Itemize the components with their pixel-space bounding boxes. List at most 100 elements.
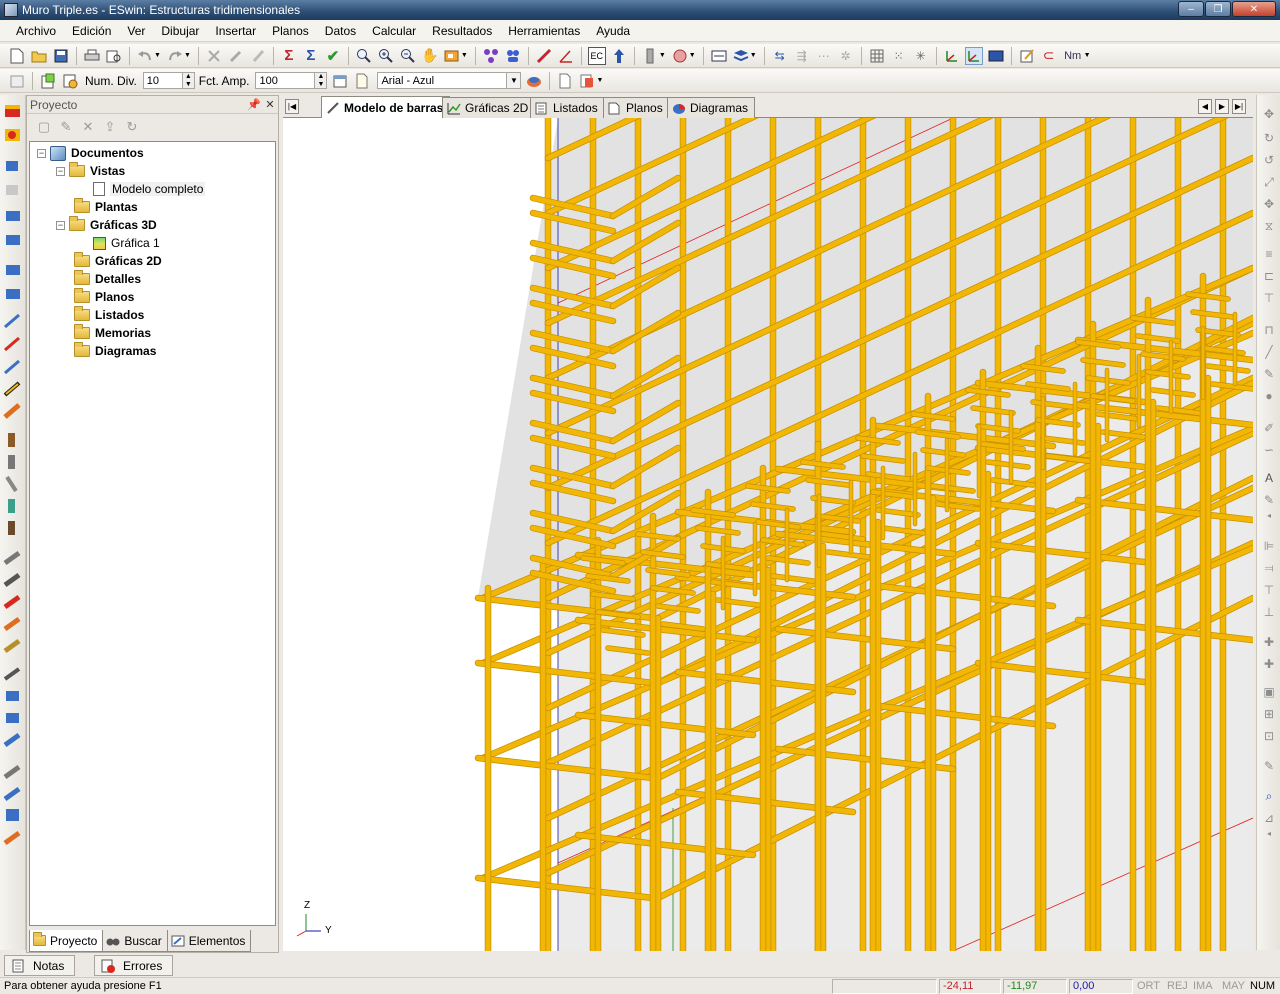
calendar-icon[interactable]	[331, 72, 349, 90]
font-select[interactable]	[377, 72, 508, 89]
brush-tool-icon[interactable]: ✐	[1261, 421, 1277, 435]
export-dropdown-icon[interactable]: ▼	[596, 77, 603, 84]
move-icon[interactable]: ✥	[1261, 107, 1277, 121]
flag-ima[interactable]: IMA	[1193, 980, 1213, 992]
tab-diagramas[interactable]: Diagramas	[667, 97, 756, 118]
rebar-3d-model[interactable]: Z Y	[283, 118, 1253, 951]
redo-icon[interactable]	[166, 47, 184, 65]
array-icon[interactable]: ⋯	[815, 47, 833, 65]
sheet-settings-icon[interactable]	[61, 72, 79, 90]
tree-item-memorias[interactable]: Memorias	[30, 324, 275, 342]
flag-ort[interactable]: ORT	[1137, 980, 1160, 992]
scale-icon[interactable]: ⤢	[1261, 175, 1277, 189]
first-tab-icon[interactable]: |◀	[285, 99, 299, 114]
mirror-v-icon[interactable]: ⧖	[1261, 219, 1277, 233]
sum-arrow-icon[interactable]: Σ	[302, 47, 320, 65]
page-icon[interactable]	[353, 72, 371, 90]
tab-elementos[interactable]: Elementos	[166, 930, 252, 952]
fct-amp-spinner[interactable]: ▲ ▼	[315, 72, 328, 89]
tree-item-graficas-3d[interactable]: − Gráficas 3D	[30, 216, 275, 234]
tab-planos[interactable]: Planos	[603, 97, 670, 118]
render-icon[interactable]	[671, 47, 689, 65]
undo-dropdown-icon[interactable]: ▼	[154, 52, 161, 59]
print-icon[interactable]	[83, 47, 101, 65]
edit-icon[interactable]	[227, 47, 245, 65]
tree-root[interactable]: − Documentos	[30, 144, 275, 162]
font-dropdown-icon[interactable]: ▼	[507, 72, 522, 89]
menu-planos[interactable]: Planos	[264, 24, 317, 38]
transform-icon[interactable]: ✥	[1261, 197, 1277, 211]
tree-item-diagramas[interactable]: Diagramas	[30, 342, 275, 360]
edit-text-icon[interactable]: ✎	[1261, 493, 1277, 507]
menu-herramientas[interactable]: Herramientas	[500, 24, 588, 38]
menu-ver[interactable]: Ver	[119, 24, 153, 38]
edit-node-icon[interactable]: ✎	[1261, 759, 1277, 773]
flag-num[interactable]: NUM	[1250, 980, 1275, 992]
properties-icon[interactable]	[8, 72, 26, 90]
magnet-icon[interactable]: ⊂	[1040, 47, 1058, 65]
tree-item-graficas-2d[interactable]: Gráficas 2D	[30, 252, 275, 270]
extend-icon[interactable]: ⊤	[1261, 291, 1277, 305]
tab-modelo-de-barras[interactable]: Modelo de barras	[321, 96, 451, 118]
export-icon[interactable]	[578, 72, 596, 90]
undo-icon[interactable]	[136, 47, 154, 65]
new-file-icon[interactable]	[8, 47, 26, 65]
maximize-button[interactable]: ❐	[1205, 1, 1231, 17]
menu-dibujar[interactable]: Dibujar	[153, 24, 207, 38]
collapse-icon[interactable]: −	[37, 148, 46, 158]
pan-hand-icon[interactable]: ✋	[421, 47, 439, 65]
tab-notas[interactable]: Notas	[4, 955, 76, 976]
tab-next-icon[interactable]: ▶	[1215, 99, 1229, 114]
more-tools-2-icon[interactable]: ◂	[1261, 827, 1277, 841]
note-icon[interactable]	[1018, 47, 1036, 65]
zoom-out-icon[interactable]	[399, 47, 417, 65]
dot-grid-icon[interactable]: ⁙	[890, 47, 908, 65]
brush-icon[interactable]	[249, 47, 267, 65]
align-left-icon[interactable]: ⊫	[1261, 539, 1277, 553]
collapse-icon[interactable]: −	[56, 220, 65, 230]
tree-item-modelo-completo[interactable]: Modelo completo	[30, 180, 275, 198]
num-div-input[interactable]	[142, 72, 183, 89]
num-div-spinner[interactable]: ▲ ▼	[182, 72, 195, 89]
inspect-icon[interactable]: ⊿	[1261, 811, 1277, 825]
align-bottom-icon[interactable]: ⊥	[1261, 605, 1277, 619]
units-label[interactable]: Nm	[1062, 47, 1084, 65]
snap-icon[interactable]: ✳	[912, 47, 930, 65]
import-doc-icon[interactable]: ⇪	[101, 118, 119, 136]
mirror-icon[interactable]: ⇆	[771, 47, 789, 65]
tree-item-detalles[interactable]: Detalles	[30, 270, 275, 288]
explode-icon[interactable]: ✲	[837, 47, 855, 65]
tree-item-planos[interactable]: Planos	[30, 288, 275, 306]
rotate-alt-icon[interactable]: ↺	[1261, 153, 1277, 167]
view-cube-icon[interactable]	[443, 47, 461, 65]
menu-calcular[interactable]: Calcular	[364, 24, 424, 38]
column-icon[interactable]	[641, 47, 659, 65]
tree-item-vistas[interactable]: − Vistas	[30, 162, 275, 180]
new-page-icon[interactable]	[556, 72, 574, 90]
sum-icon[interactable]: Σ	[280, 47, 298, 65]
render-dropdown-icon[interactable]: ▼	[689, 52, 696, 59]
print-preview-icon[interactable]	[105, 47, 123, 65]
layers-dropdown-icon[interactable]: ▼	[750, 52, 757, 59]
distribute-h-icon[interactable]: ✚	[1261, 635, 1277, 649]
menu-insertar[interactable]: Insertar	[207, 24, 264, 38]
line-icon[interactable]: ╱	[1261, 345, 1277, 359]
text-label-icon[interactable]	[710, 47, 728, 65]
redo-dropdown-icon[interactable]: ▼	[184, 52, 191, 59]
rope-icon[interactable]: ∽	[1261, 443, 1277, 457]
zoom-icon[interactable]	[355, 47, 373, 65]
nodes-icon[interactable]	[482, 47, 500, 65]
menu-datos[interactable]: Datos	[317, 24, 364, 38]
flag-may[interactable]: MAY	[1222, 980, 1245, 992]
tree-item-plantas[interactable]: Plantas	[30, 198, 275, 216]
delete-doc-icon[interactable]: ✕	[79, 118, 97, 136]
collapse-icon[interactable]: −	[56, 166, 65, 176]
more-tools-icon[interactable]: ◂	[1261, 509, 1277, 523]
group-icon[interactable]: ▣	[1261, 685, 1277, 699]
copy-move-icon[interactable]: ⇶	[793, 47, 811, 65]
text-tool-icon[interactable]: A	[1261, 471, 1277, 485]
palette-icon[interactable]	[525, 72, 543, 90]
menu-archivo[interactable]: Archivo	[8, 24, 64, 38]
new-doc-icon[interactable]: ▢	[35, 118, 53, 136]
ungroup-icon[interactable]: ⊞	[1261, 707, 1277, 721]
